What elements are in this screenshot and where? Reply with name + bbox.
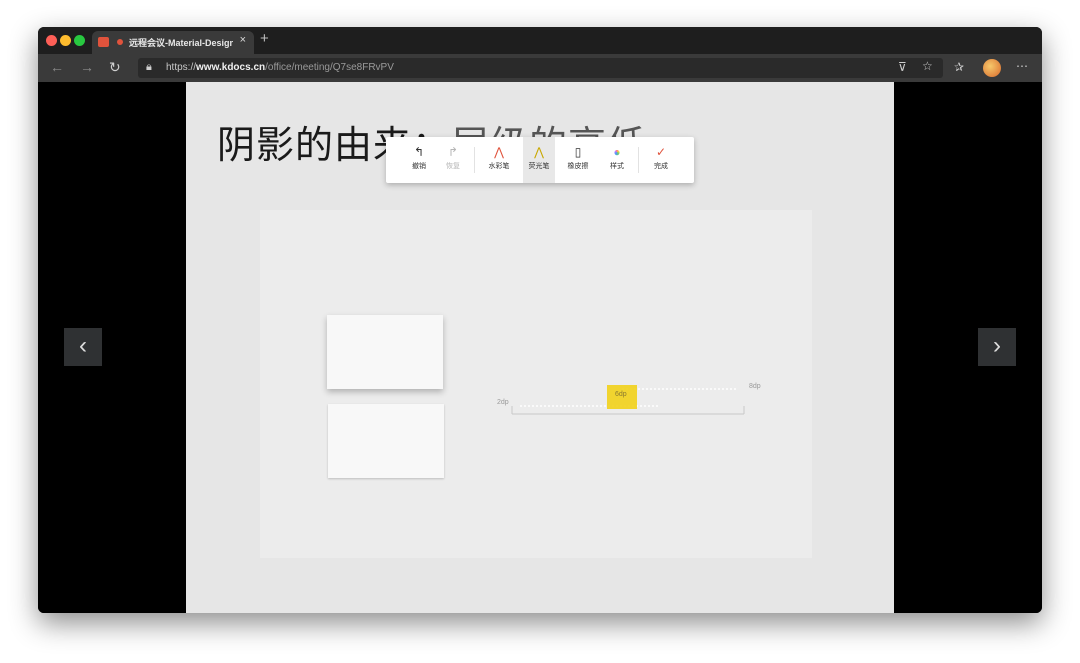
- more-icon[interactable]: ⋯: [1016, 59, 1028, 73]
- elevation-diagram: [511, 385, 745, 415]
- color-palette-icon: ●: [600, 145, 634, 159]
- redo-icon: ↱: [447, 145, 459, 159]
- undo-icon: ↰: [413, 145, 425, 159]
- label-6dp: 6dp: [615, 391, 627, 398]
- back-icon[interactable]: ←: [50, 59, 64, 75]
- avatar[interactable]: [983, 59, 1001, 77]
- eraser-icon: ▯: [574, 145, 582, 159]
- url-text: https://www.kdocs.cn/office/meeting/Q7se…: [166, 62, 394, 73]
- presentation-slide[interactable]: 阴影的由来：层级的高低 2dp 6dp 8dp: [186, 82, 894, 613]
- undo-button[interactable]: ↰ 撤销: [402, 137, 436, 183]
- highlighter-icon: ⋀: [534, 145, 544, 159]
- maximize-window-icon[interactable]: [74, 35, 85, 46]
- illustration-area: 2dp 6dp 8dp: [260, 210, 812, 558]
- check-icon: ✓: [655, 145, 667, 159]
- star-icon[interactable]: ☆: [922, 59, 933, 73]
- active-tab[interactable]: 远程会议-Material-Design ×: [92, 31, 254, 54]
- toolbar-divider: [638, 147, 639, 173]
- browser-window: 远程会议-Material-Design × + ← → ↻ 🔒︎ https:…: [38, 27, 1042, 613]
- annotation-toolbar: ↰ 撤销 ↱ 恢复 ⋀ 水彩笔 ⋀ 荧光笔 ▯ 橡皮擦 ● 样式 ✓ 完成: [386, 137, 694, 183]
- tab-title: 远程会议-Material-Design: [129, 38, 233, 48]
- raised-card: [327, 315, 443, 389]
- prev-slide-button[interactable]: ‹: [64, 328, 102, 366]
- url-field[interactable]: 🔒︎ https://www.kdocs.cn/office/meeting/Q…: [138, 58, 943, 78]
- pen-icon: ⋀: [494, 145, 504, 159]
- address-bar: ← → ↻ 🔒︎ https://www.kdocs.cn/office/mee…: [38, 54, 1042, 82]
- eraser-button[interactable]: ▯ 橡皮擦: [561, 137, 595, 183]
- tab-close-icon[interactable]: ×: [240, 34, 246, 46]
- redo-button[interactable]: ↱ 恢复: [436, 137, 470, 183]
- tab-bar: 远程会议-Material-Design × +: [38, 27, 1042, 54]
- minimize-window-icon[interactable]: [60, 35, 71, 46]
- flat-card: [328, 404, 444, 478]
- next-slide-button[interactable]: ›: [978, 328, 1016, 366]
- forward-icon[interactable]: →: [80, 59, 94, 75]
- favorites-icon[interactable]: ✰: [954, 60, 964, 74]
- label-8dp: 8dp: [749, 383, 761, 390]
- meeting-content: ‹ › 阴影的由来：层级的高低 2dp 6dp 8dp: [38, 82, 1042, 613]
- reload-icon[interactable]: ↻: [109, 59, 121, 76]
- toolbar-divider: [474, 147, 475, 173]
- done-button[interactable]: ✓ 完成: [644, 137, 678, 183]
- watercolor-pen-button[interactable]: ⋀ 水彩笔: [482, 137, 516, 183]
- meeting-icon: [98, 37, 109, 47]
- close-window-icon[interactable]: [46, 35, 57, 46]
- mic-icon[interactable]: ⊽: [898, 60, 907, 74]
- new-tab-icon[interactable]: +: [260, 30, 269, 47]
- lock-icon: 🔒︎: [146, 61, 152, 73]
- recording-icon: [117, 39, 123, 45]
- style-button[interactable]: ● 样式: [600, 137, 634, 183]
- highlighter-button[interactable]: ⋀ 荧光笔: [523, 137, 555, 183]
- label-2dp: 2dp: [497, 399, 509, 406]
